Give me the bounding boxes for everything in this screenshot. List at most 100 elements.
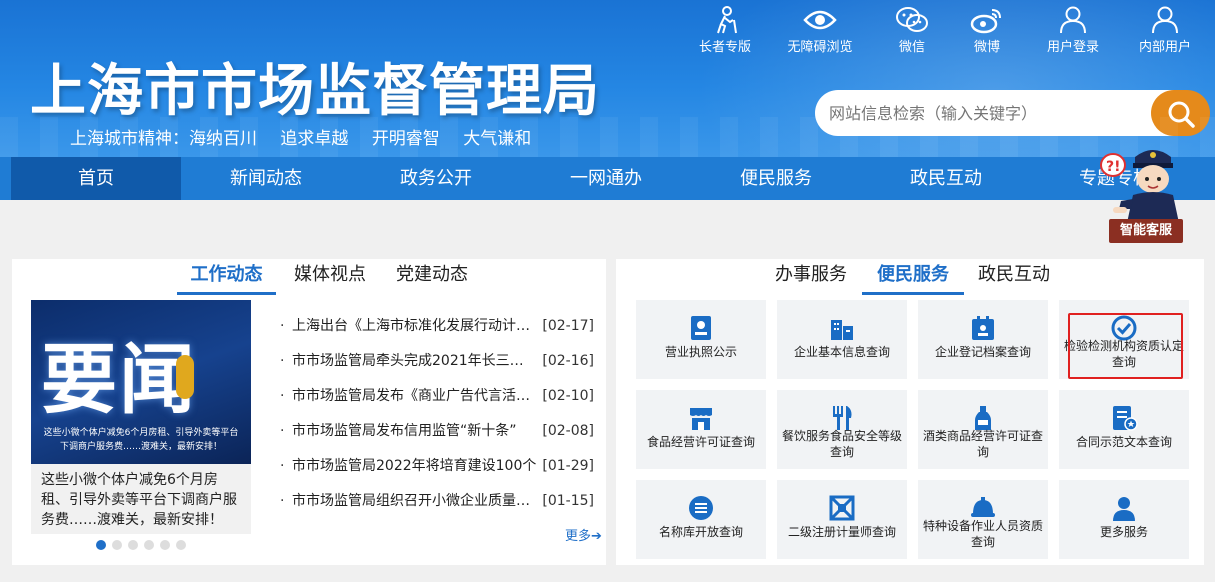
service-label: 企业基本信息查询: [793, 345, 890, 359]
list-item[interactable]: · 市市场监管局发布信用监管“新十条” [02-08]: [280, 420, 598, 442]
toolbar-weibo[interactable]: 微博: [942, 6, 1032, 55]
service-business-license[interactable]: 营业执照公示: [636, 300, 766, 379]
tab-public-service[interactable]: 便民服务: [862, 259, 964, 295]
highlight-box: [1068, 313, 1183, 379]
service-contract-template[interactable]: 合同示范文本查询: [1059, 390, 1189, 469]
tab-party-news[interactable]: 党建动态: [392, 259, 472, 295]
toolbar-label: 微信: [898, 40, 925, 55]
news-date: [02-08]: [542, 423, 594, 439]
nav-gov-affairs[interactable]: 政务公开: [351, 157, 521, 200]
news-title[interactable]: 市市场监管局发布信用监管“新十条”: [292, 420, 537, 442]
eye-icon: [803, 10, 837, 30]
service-label: 名称库开放查询: [658, 525, 743, 539]
search-input[interactable]: [815, 90, 1175, 136]
service-label: 二级注册计量师查询: [787, 525, 896, 539]
user-icon: [1152, 6, 1178, 34]
service-registration-archive[interactable]: 企业登记档案查询: [918, 300, 1048, 379]
nav-interaction[interactable]: 政民互动: [861, 157, 1031, 200]
more-news-link[interactable]: 更多➔: [565, 525, 602, 544]
search-button[interactable]: [1151, 90, 1210, 136]
more-label: 更多: [565, 529, 592, 544]
toolbar-user-login[interactable]: 用户登录: [1028, 6, 1118, 55]
slogan-part: 开明睿智: [371, 129, 440, 149]
tab-media[interactable]: 媒体视点: [290, 259, 370, 295]
nav-one-network[interactable]: 一网通办: [521, 157, 691, 200]
featured-image-subtext: 这些小微个体户减免6个月房租、引导外卖等平台下调商户服务费……渡难关，最新安排！: [43, 428, 239, 452]
service-label: 企业登记档案查询: [934, 345, 1031, 359]
list-item[interactable]: · 市市场监管局发布《商业广告代言活动合规 [02-10]: [280, 385, 598, 407]
carousel-dot[interactable]: [112, 540, 122, 550]
main-nav: 首页 新闻动态 政务公开 一网通办 便民服务 政民互动 专题专栏: [0, 157, 1215, 200]
tab-work-news[interactable]: 工作动态: [177, 259, 276, 295]
tab-affairs-service[interactable]: 办事服务: [771, 259, 851, 295]
news-panel: 工作动态 媒体视点 党建动态 要闻 这些小微个体户减免6个月房租、引导外卖等平台…: [12, 259, 606, 565]
service-label: 特种设备作业人员资质查询: [922, 519, 1043, 549]
nav-home[interactable]: 首页: [11, 157, 181, 200]
list-item[interactable]: · 市市场监管局2022年将培育建设100个 [01-29]: [280, 455, 598, 477]
service-special-equipment[interactable]: 特种设备作业人员资质查询: [918, 480, 1048, 559]
nav-news[interactable]: 新闻动态: [181, 157, 351, 200]
featured-news-image[interactable]: 要闻 这些小微个体户减免6个月房租、引导外卖等平台下调商户服务费……渡难关，最新…: [31, 300, 251, 464]
site-header: 上海市市场监督管理局 上海城市精神：海纳百川 追求卓越 开明睿智 大气谦和 长者…: [0, 0, 1215, 157]
carousel-dot[interactable]: [176, 540, 186, 550]
search-icon: [1168, 101, 1195, 128]
news-title[interactable]: 市市场监管局2022年将培育建设100个: [292, 455, 537, 477]
site-search: [815, 90, 1210, 136]
nav-public-service[interactable]: 便民服务: [691, 157, 861, 200]
toolbar-internal-user[interactable]: 内部用户: [1120, 6, 1210, 55]
news-title[interactable]: 市市场监管局牵头完成2021年长三角区域: [292, 350, 537, 372]
service-label: 餐饮服务食品安全等级查询: [781, 429, 902, 459]
featured-news-caption[interactable]: 这些小微个体户减免6个月房租、引导外卖等平台下调商户服务费……渡难关，最新安排！: [31, 464, 251, 534]
service-metrology-engineer[interactable]: 二级注册计量师查询: [777, 480, 907, 559]
service-food-license[interactable]: 食品经营许可证查询: [636, 390, 766, 469]
news-title[interactable]: 市市场监管局组织召开小微企业质量管理: [292, 490, 537, 512]
carousel-dot[interactable]: [160, 540, 170, 550]
top-toolbar: 长者专版 无障碍浏览 微信 微博 用户登录 内部用户: [680, 6, 1210, 55]
news-date: [02-10]: [542, 388, 594, 404]
user-icon: [1060, 6, 1086, 34]
list-item[interactable]: · 市市场监管局组织召开小微企业质量管理 [01-15]: [280, 490, 598, 512]
carousel-dot[interactable]: [144, 540, 154, 550]
bullet: ·: [280, 353, 285, 369]
service-label: 营业执照公示: [664, 345, 737, 359]
service-enterprise-info[interactable]: 企业基本信息查询: [777, 300, 907, 379]
city-slogan: 上海城市精神：海纳百川 追求卓越 开明睿智 大气谦和: [70, 124, 549, 149]
news-date: [02-16]: [542, 353, 594, 369]
service-label: 酒类商品经营许可证查询: [922, 429, 1043, 459]
weibo-icon: [970, 9, 1001, 34]
toolbar-label: 无障碍浏览: [787, 40, 853, 55]
wechat-icon: [896, 7, 928, 32]
site-title[interactable]: 上海市市场监督管理局: [30, 46, 600, 127]
toolbar-elder-mode[interactable]: 长者专版: [680, 6, 770, 55]
carousel-dot[interactable]: [96, 540, 106, 550]
arrow-right-icon: ➔: [591, 529, 602, 544]
service-catering-safety[interactable]: 餐饮服务食品安全等级查询: [777, 390, 907, 469]
list-item[interactable]: · 市市场监管局牵头完成2021年长三角区域 [02-16]: [280, 350, 598, 372]
elder-icon: [717, 6, 737, 34]
news-title[interactable]: 上海出台《上海市标准化发展行动计划》: [292, 315, 537, 337]
police-mascot-icon: ?!: [1100, 150, 1179, 223]
service-liquor-license[interactable]: 酒类商品经营许可证查询: [918, 390, 1048, 469]
service-name-database[interactable]: 名称库开放查询: [636, 480, 766, 559]
bullet: ·: [280, 388, 285, 404]
news-date: [02-17]: [542, 318, 594, 334]
toolbar-label: 微博: [973, 40, 1000, 55]
service-more[interactable]: 更多服务: [1059, 480, 1189, 559]
license-icon: [691, 316, 711, 340]
news-tabs: 工作动态 媒体视点 党建动态: [12, 259, 606, 295]
service-tabs: 办事服务 便民服务 政民互动: [616, 259, 1204, 295]
smart-service-mascot[interactable]: ?! 智能客服: [1095, 143, 1195, 246]
measure-icon: [829, 495, 855, 521]
list-item[interactable]: · 上海出台《上海市标准化发展行动计划》 [02-17]: [280, 315, 598, 337]
toolbar-label: 长者专版: [698, 40, 751, 55]
news-date: [01-15]: [542, 493, 594, 509]
news-title[interactable]: 市市场监管局发布《商业广告代言活动合规: [292, 385, 537, 407]
tab-interaction[interactable]: 政民互动: [974, 259, 1054, 295]
slogan-part: 上海城市精神：海纳百川: [70, 129, 257, 149]
smart-service-label: 智能客服: [1109, 219, 1183, 243]
slogan-part: 追求卓越: [280, 129, 349, 149]
svg-text:?!: ?!: [1106, 159, 1121, 175]
toolbar-accessibility[interactable]: 无障碍浏览: [775, 6, 865, 55]
microphone-icon: [176, 355, 194, 399]
carousel-dot[interactable]: [128, 540, 138, 550]
